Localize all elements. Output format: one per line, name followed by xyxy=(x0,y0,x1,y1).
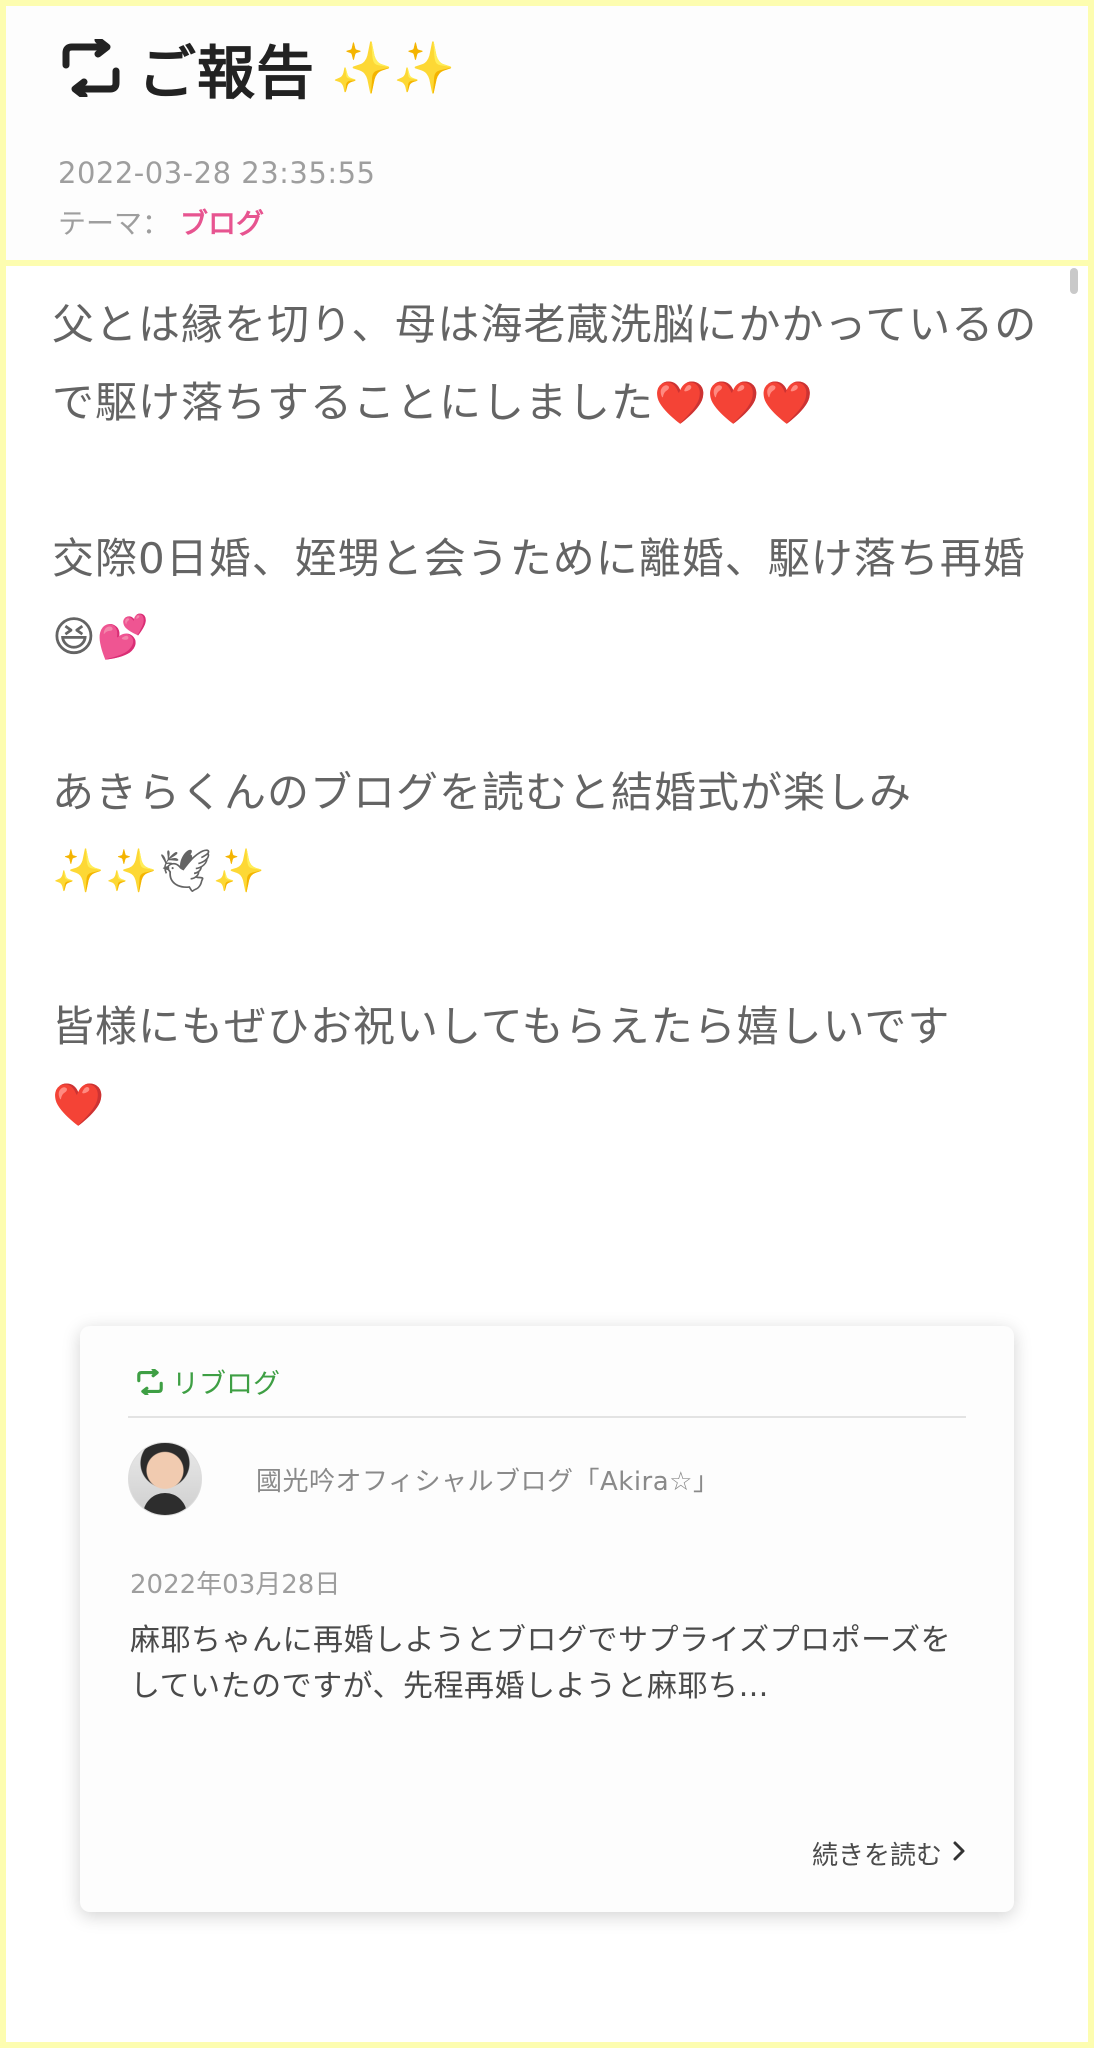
body-paragraph: 皆様にもぜひお祝いしてもらえたら嬉しいです ❤️ xyxy=(52,988,1042,1144)
body-paragraph: 交際0日婚、姪甥と会うために離婚、駆け落ち再婚 😆💕 xyxy=(52,520,1042,676)
read-more-link[interactable]: 続きを読む xyxy=(812,1835,966,1872)
post-body: 父とは縁を切り、母は海老蔵洗脳にかかっているので駆け落ちすることにしました❤️❤… xyxy=(52,286,1042,1222)
laughing-hearts-emoji: 😆💕 xyxy=(52,612,151,661)
post-header: ご報告 ✨✨ 2022-03-28 23:35:55 テーマ： ブログ xyxy=(0,0,1094,266)
avatar[interactable] xyxy=(128,1442,202,1516)
heart-emoji: ❤️ xyxy=(52,1080,106,1129)
reblog-card[interactable]: リブログ 國光吟オフィシャルブログ「Akira☆」 2022年03月28日 麻耶… xyxy=(80,1326,1014,1912)
reblog-icon xyxy=(136,1368,164,1395)
body-paragraph: 父とは縁を切り、母は海老蔵洗脳にかかっているので駆け落ちすることにしました❤️❤… xyxy=(52,286,1042,442)
theme-row: テーマ： ブログ xyxy=(58,202,264,242)
scrollbar[interactable] xyxy=(1070,268,1078,294)
reblog-label: リブログ xyxy=(172,1369,280,1400)
body-text: 父とは縁を切り、母は海老蔵洗脳にかかっているので駆け落ちすることにしました xyxy=(52,300,1038,427)
hearts-emoji: ❤️❤️❤️ xyxy=(654,378,814,427)
body-paragraph: あきらくんのブログを読むと結婚式が楽しみ ✨✨🕊✨ xyxy=(52,754,1042,910)
reblog-excerpt: 麻耶ちゃんに再婚しようとブログでサプライズプロポーズをしていたのですが、先程再婚… xyxy=(130,1623,952,1704)
body-text: 交際0日婚、姪甥と会うために離婚、駆け落ち再婚 xyxy=(52,534,1026,583)
post-title: ご報告 xyxy=(138,39,316,107)
reblog-author-row[interactable]: 國光吟オフィシャルブログ「Akira☆」 xyxy=(128,1442,719,1516)
divider xyxy=(128,1416,966,1418)
reblog-header: リブログ xyxy=(136,1362,280,1401)
sparkles-dove-emoji: ✨✨🕊✨ xyxy=(52,846,267,895)
theme-link[interactable]: ブログ xyxy=(180,202,264,242)
reblog-author-name[interactable]: 國光吟オフィシャルブログ「Akira☆」 xyxy=(256,1461,719,1498)
reblog-icon xyxy=(60,39,122,97)
read-more-label: 続きを読む xyxy=(811,1841,942,1871)
body-text: あきらくんのブログを読むと結婚式が楽しみ xyxy=(52,768,913,817)
post-date: 2022-03-28 23:35:55 xyxy=(58,156,376,190)
theme-label: テーマ： xyxy=(58,207,171,240)
reblog-date: 2022年03月28日 xyxy=(130,1570,341,1600)
body-text: 皆様にもぜひお祝いしてもらえたら嬉しいです xyxy=(52,1002,951,1051)
chevron-right-icon xyxy=(952,1839,966,1869)
post-title-row: ご報告 ✨✨ xyxy=(60,32,456,107)
sparkles-emoji: ✨✨ xyxy=(331,38,456,97)
